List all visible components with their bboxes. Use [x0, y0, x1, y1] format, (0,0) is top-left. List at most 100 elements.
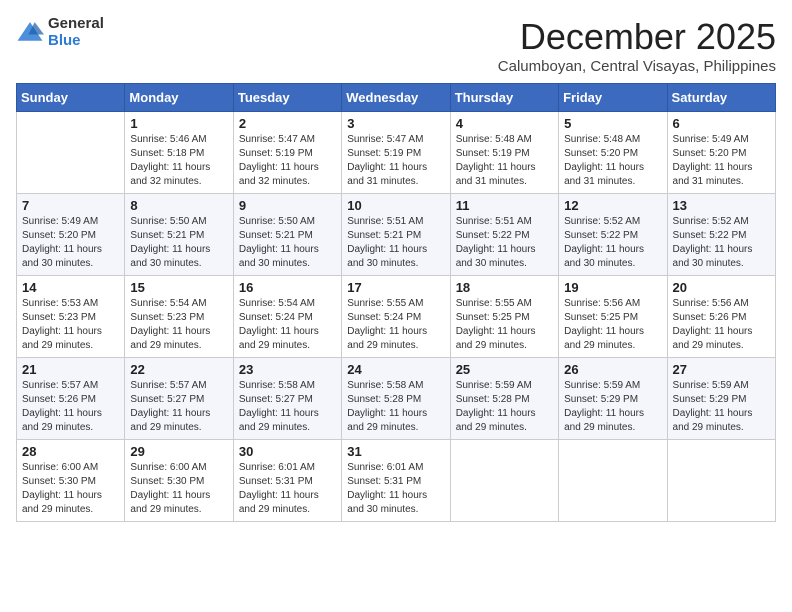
cell-info: Sunrise: 5:48 AMSunset: 5:19 PMDaylight:…: [456, 133, 553, 189]
day-number: 24: [347, 362, 444, 377]
calendar-cell: 29Sunrise: 6:00 AMSunset: 5:30 PMDayligh…: [125, 440, 233, 522]
day-number: 10: [347, 198, 444, 213]
calendar-cell: 8 Sunrise: 5:50 AMSunset: 5:21 PMDaylight…: [125, 194, 233, 276]
header-cell-monday: Monday: [125, 84, 233, 112]
cell-info: Sunrise: 5:59 AMSunset: 5:28 PMDaylight:…: [456, 379, 553, 435]
day-number: 28: [22, 444, 119, 459]
cell-info: Sunrise: 5:59 AMSunset: 5:29 PMDaylight:…: [673, 379, 770, 435]
day-number: 31: [347, 444, 444, 459]
title-area: December 2025 Calumboyan, Central Visaya…: [498, 16, 776, 75]
header-cell-saturday: Saturday: [667, 84, 775, 112]
logo-general: General: [48, 16, 104, 33]
day-number: 20: [673, 280, 770, 295]
day-number: 7: [22, 198, 119, 213]
calendar-row-0: 1Sunrise: 5:46 AMSunset: 5:18 PMDaylight…: [17, 112, 776, 194]
calendar-cell: 2 Sunrise: 5:47 AMSunset: 5:19 PMDaylight…: [233, 112, 341, 194]
calendar-row-3: 21 Sunrise: 5:57 AMSunset: 5:26 PMDayligh…: [17, 358, 776, 440]
calendar-cell: 23 Sunrise: 5:58 AMSunset: 5:27 PMDayligh…: [233, 358, 341, 440]
calendar-cell: [17, 112, 125, 194]
page-header: General Blue December 2025 Calumboyan, C…: [16, 16, 776, 75]
day-number: 30: [239, 444, 336, 459]
cell-info: Sunrise: 5:53 AMSunset: 5:23 PMDaylight:…: [22, 297, 119, 353]
cell-info: Sunrise: 5:58 AMSunset: 5:27 PMDaylight:…: [239, 379, 336, 435]
cell-info: Sunrise: 5:50 AMSunset: 5:21 PMDaylight:…: [130, 215, 227, 271]
cell-info: Sunrise: 5:54 AMSunset: 5:24 PMDaylight:…: [239, 297, 336, 353]
calendar-row-2: 14 Sunrise: 5:53 AMSunset: 5:23 PMDayligh…: [17, 276, 776, 358]
calendar-row-4: 28 Sunrise: 6:00 AMSunset: 5:30 PMDayligh…: [17, 440, 776, 522]
calendar-cell: 30 Sunrise: 6:01 AMSunset: 5:31 PMDayligh…: [233, 440, 341, 522]
day-number: 14: [22, 280, 119, 295]
day-number: 26: [564, 362, 661, 377]
cell-info: Sunrise: 5:46 AMSunset: 5:18 PMDaylight:…: [130, 133, 227, 189]
calendar-cell: 18 Sunrise: 5:55 AMSunset: 5:25 PMDayligh…: [450, 276, 558, 358]
cell-info: Sunrise: 5:49 AMSunset: 5:20 PMDaylight:…: [22, 215, 119, 271]
cell-info: Sunrise: 5:57 AMSunset: 5:27 PMDaylight:…: [130, 379, 227, 435]
day-number: 23: [239, 362, 336, 377]
month-title: December 2025: [498, 16, 776, 58]
day-number: 13: [673, 198, 770, 213]
cell-info: Sunrise: 5:57 AMSunset: 5:26 PMDaylight:…: [22, 379, 119, 435]
day-number: 21: [22, 362, 119, 377]
day-number: 15: [130, 280, 227, 295]
calendar-cell: [559, 440, 667, 522]
logo-text: General Blue: [48, 16, 104, 49]
day-number: 2: [239, 116, 336, 131]
cell-info: Sunrise: 5:47 AMSunset: 5:19 PMDaylight:…: [239, 133, 336, 189]
day-number: 8: [130, 198, 227, 213]
day-number: 9: [239, 198, 336, 213]
calendar-cell: 21 Sunrise: 5:57 AMSunset: 5:26 PMDayligh…: [17, 358, 125, 440]
day-number: 3: [347, 116, 444, 131]
header-row: SundayMondayTuesdayWednesdayThursdayFrid…: [17, 84, 776, 112]
day-number: 22: [130, 362, 227, 377]
calendar-cell: 31Sunrise: 6:01 AMSunset: 5:31 PMDayligh…: [342, 440, 450, 522]
calendar-cell: 5 Sunrise: 5:48 AMSunset: 5:20 PMDaylight…: [559, 112, 667, 194]
cell-info: Sunrise: 5:48 AMSunset: 5:20 PMDaylight:…: [564, 133, 661, 189]
cell-info: Sunrise: 5:49 AMSunset: 5:20 PMDaylight:…: [673, 133, 770, 189]
cell-info: Sunrise: 5:52 AMSunset: 5:22 PMDaylight:…: [673, 215, 770, 271]
cell-info: Sunrise: 5:56 AMSunset: 5:25 PMDaylight:…: [564, 297, 661, 353]
calendar-cell: 17Sunrise: 5:55 AMSunset: 5:24 PMDayligh…: [342, 276, 450, 358]
cell-info: Sunrise: 5:59 AMSunset: 5:29 PMDaylight:…: [564, 379, 661, 435]
calendar-cell: [450, 440, 558, 522]
cell-info: Sunrise: 5:50 AMSunset: 5:21 PMDaylight:…: [239, 215, 336, 271]
calendar-cell: 6Sunrise: 5:49 AMSunset: 5:20 PMDaylight…: [667, 112, 775, 194]
day-number: 27: [673, 362, 770, 377]
calendar-cell: 28 Sunrise: 6:00 AMSunset: 5:30 PMDayligh…: [17, 440, 125, 522]
calendar-cell: [667, 440, 775, 522]
cell-info: Sunrise: 5:51 AMSunset: 5:22 PMDaylight:…: [456, 215, 553, 271]
header-cell-sunday: Sunday: [17, 84, 125, 112]
calendar-cell: 27 Sunrise: 5:59 AMSunset: 5:29 PMDayligh…: [667, 358, 775, 440]
calendar-cell: 1Sunrise: 5:46 AMSunset: 5:18 PMDaylight…: [125, 112, 233, 194]
logo: General Blue: [16, 16, 104, 49]
cell-info: Sunrise: 5:47 AMSunset: 5:19 PMDaylight:…: [347, 133, 444, 189]
calendar-cell: 10Sunrise: 5:51 AMSunset: 5:21 PMDayligh…: [342, 194, 450, 276]
calendar-cell: 15 Sunrise: 5:54 AMSunset: 5:23 PMDayligh…: [125, 276, 233, 358]
day-number: 29: [130, 444, 227, 459]
logo-icon: [16, 19, 44, 47]
calendar-cell: 20Sunrise: 5:56 AMSunset: 5:26 PMDayligh…: [667, 276, 775, 358]
day-number: 18: [456, 280, 553, 295]
location-subtitle: Calumboyan, Central Visayas, Philippines: [498, 58, 776, 75]
header-cell-tuesday: Tuesday: [233, 84, 341, 112]
cell-info: Sunrise: 6:01 AMSunset: 5:31 PMDaylight:…: [239, 461, 336, 517]
calendar-cell: 25Sunrise: 5:59 AMSunset: 5:28 PMDayligh…: [450, 358, 558, 440]
day-number: 4: [456, 116, 553, 131]
cell-info: Sunrise: 5:52 AMSunset: 5:22 PMDaylight:…: [564, 215, 661, 271]
cell-info: Sunrise: 5:54 AMSunset: 5:23 PMDaylight:…: [130, 297, 227, 353]
calendar-cell: 24Sunrise: 5:58 AMSunset: 5:28 PMDayligh…: [342, 358, 450, 440]
calendar-cell: 11 Sunrise: 5:51 AMSunset: 5:22 PMDayligh…: [450, 194, 558, 276]
day-number: 17: [347, 280, 444, 295]
calendar-table: SundayMondayTuesdayWednesdayThursdayFrid…: [16, 83, 776, 522]
day-number: 11: [456, 198, 553, 213]
calendar-cell: 3 Sunrise: 5:47 AMSunset: 5:19 PMDaylight…: [342, 112, 450, 194]
calendar-cell: 14 Sunrise: 5:53 AMSunset: 5:23 PMDayligh…: [17, 276, 125, 358]
cell-info: Sunrise: 6:00 AMSunset: 5:30 PMDaylight:…: [22, 461, 119, 517]
calendar-cell: 12Sunrise: 5:52 AMSunset: 5:22 PMDayligh…: [559, 194, 667, 276]
header-cell-thursday: Thursday: [450, 84, 558, 112]
day-number: 16: [239, 280, 336, 295]
calendar-cell: 22 Sunrise: 5:57 AMSunset: 5:27 PMDayligh…: [125, 358, 233, 440]
calendar-cell: 7 Sunrise: 5:49 AMSunset: 5:20 PMDaylight…: [17, 194, 125, 276]
header-cell-friday: Friday: [559, 84, 667, 112]
cell-info: Sunrise: 5:55 AMSunset: 5:25 PMDaylight:…: [456, 297, 553, 353]
day-number: 5: [564, 116, 661, 131]
